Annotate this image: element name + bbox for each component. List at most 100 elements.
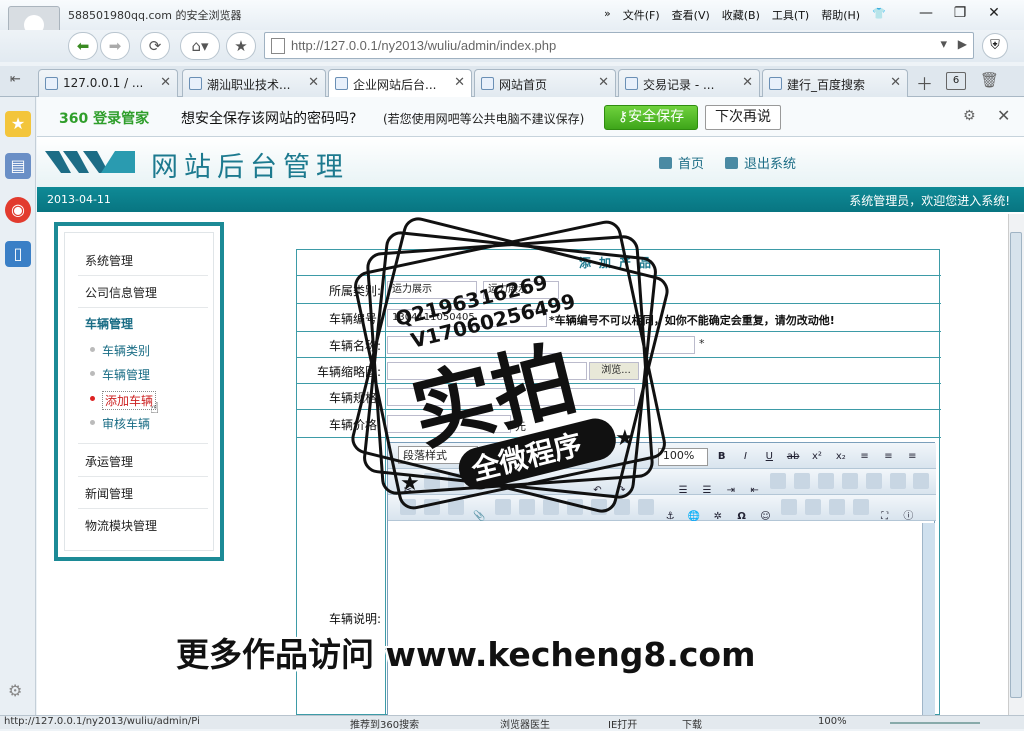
tab-6[interactable]: 建行_百度搜索 ✕ bbox=[762, 69, 908, 97]
minimize-button[interactable]: — bbox=[912, 2, 940, 24]
submenu-vehicle-manage[interactable]: 车辆管理 bbox=[102, 366, 150, 383]
menu-tools[interactable]: 工具(T) bbox=[772, 7, 809, 23]
restore-button[interactable]: ❐ bbox=[946, 2, 974, 24]
page-scrollbar-thumb[interactable] bbox=[1010, 232, 1022, 698]
format-icon[interactable] bbox=[818, 473, 835, 489]
site-header: 网站后台管理 首页 退出系统 bbox=[37, 137, 1024, 187]
time-icon[interactable] bbox=[852, 499, 869, 515]
later-button[interactable]: 下次再说 bbox=[705, 105, 781, 130]
refresh-button[interactable]: ⟳ bbox=[140, 32, 170, 60]
menu-view[interactable]: 查看(V) bbox=[672, 7, 710, 23]
font-color-icon[interactable] bbox=[770, 473, 787, 489]
excel-icon[interactable] bbox=[781, 499, 798, 515]
tab-5[interactable]: 交易记录 - ... ✕ bbox=[618, 69, 760, 97]
underline-icon[interactable]: U bbox=[761, 449, 777, 465]
menu-help[interactable]: 帮助(H) bbox=[821, 7, 860, 23]
paste-word-icon[interactable] bbox=[889, 473, 906, 489]
forward-button[interactable]: ➡ bbox=[100, 32, 130, 60]
browser-status-bar: http://127.0.0.1/ny2013/wuliu/admin/Pi 推… bbox=[0, 715, 1024, 731]
menu-favorites[interactable]: 收藏(B) bbox=[722, 7, 760, 23]
status-zoom[interactable]: 100% bbox=[818, 716, 847, 727]
window-controls: — ❐ ✕ bbox=[912, 2, 1008, 24]
bold-icon[interactable]: B bbox=[714, 449, 730, 465]
password-manager-brand: 360 登录管家 bbox=[59, 111, 150, 127]
bullet-icon bbox=[90, 347, 95, 352]
submenu-vehicle-category[interactable]: 车辆类别 bbox=[102, 342, 150, 359]
tab-label: 潮汕职业技术... bbox=[207, 78, 291, 92]
home-button[interactable]: ⌂▾ bbox=[180, 32, 220, 60]
tab-label: 网站首页 bbox=[499, 78, 548, 92]
menu-news[interactable]: 新闻管理 bbox=[85, 485, 207, 502]
tab-1[interactable]: 127.0.0.1 / ... ✕ bbox=[38, 69, 178, 97]
key-icon: ⚷ bbox=[617, 109, 629, 125]
align-right-icon[interactable]: ≡ bbox=[904, 449, 920, 465]
strikethrough-icon[interactable]: ab bbox=[785, 449, 801, 465]
menu-logistics[interactable]: 物流模块管理 bbox=[85, 517, 207, 534]
tab-2[interactable]: 潮汕职业技术... ✕ bbox=[182, 69, 326, 97]
address-dropdown-icon[interactable]: ▾ bbox=[940, 37, 947, 52]
tab-4[interactable]: 网站首页 ✕ bbox=[474, 69, 616, 97]
tab-bar: ⇤ 127.0.0.1 / ... ✕ 潮汕职业技术... ✕ 企业网站后台... ✕… bbox=[0, 66, 1024, 97]
tab-3-active[interactable]: 企业网站后台... ✕ bbox=[328, 69, 472, 97]
watermark-stamp: Q2196316269 V17060256499 实拍 全微程序 ★ ★ bbox=[351, 217, 669, 513]
subscript-icon[interactable]: x₂ bbox=[833, 449, 849, 465]
find-icon[interactable] bbox=[913, 473, 930, 489]
header-logout-link[interactable]: 退出系统 bbox=[725, 153, 796, 172]
security-shield-icon[interactable]: ⛨ bbox=[982, 33, 1008, 59]
tab-favicon-icon bbox=[335, 77, 348, 90]
tab-close-icon[interactable]: ✕ bbox=[308, 75, 319, 90]
bg-color-icon[interactable] bbox=[794, 473, 811, 489]
tab-favicon-icon bbox=[189, 77, 202, 90]
sidebar-toggle-icon[interactable]: ⇤ bbox=[10, 72, 21, 87]
tab-close-icon[interactable]: ✕ bbox=[454, 75, 465, 90]
art-text-icon[interactable] bbox=[805, 499, 822, 515]
window-title: 588501980qq.com 的安全浏览器 bbox=[68, 9, 242, 22]
safe-save-label: 安全保存 bbox=[628, 109, 685, 125]
align-left-icon[interactable]: ≡ bbox=[857, 449, 873, 465]
superscript-icon[interactable]: x² bbox=[809, 449, 825, 465]
go-arrow-icon[interactable]: ▶ bbox=[958, 37, 967, 51]
menu-divider bbox=[78, 443, 208, 444]
safe-save-button[interactable]: ⚷安全保存 bbox=[604, 105, 698, 130]
password-question: 想安全保存该网站的密码吗? bbox=[181, 111, 357, 127]
settings-gear-icon[interactable]: ⚙ bbox=[8, 681, 22, 700]
password-settings-icon[interactable]: ⚙ bbox=[963, 108, 976, 124]
favorites-star-icon[interactable]: ★ bbox=[5, 111, 31, 137]
trash-icon[interactable]: 🗑 bbox=[980, 71, 999, 89]
tab-close-icon[interactable]: ✕ bbox=[160, 75, 171, 90]
menu-chevron-icon[interactable]: » bbox=[604, 7, 611, 23]
clear-format-icon[interactable] bbox=[841, 473, 858, 489]
mobile-icon[interactable]: ▯ bbox=[5, 241, 31, 267]
zoom-slider[interactable] bbox=[890, 722, 980, 724]
menu-vehicles[interactable]: 车辆管理 bbox=[85, 315, 207, 332]
menu-file[interactable]: 文件(F) bbox=[623, 7, 660, 23]
browser-menu-bar: » 文件(F) 查看(V) 收藏(B) 工具(T) 帮助(H) 👕 bbox=[604, 7, 886, 23]
close-button[interactable]: ✕ bbox=[980, 2, 1008, 24]
paste-text-icon[interactable] bbox=[865, 473, 882, 489]
tab-favicon-icon bbox=[625, 77, 638, 90]
menu-shipping[interactable]: 承运管理 bbox=[85, 453, 207, 470]
submenu-review-vehicle[interactable]: 审核车辆 bbox=[102, 415, 150, 432]
weibo-icon[interactable]: ◉ bbox=[5, 197, 31, 223]
back-button[interactable]: ⬅ bbox=[68, 32, 98, 60]
header-home-link[interactable]: 首页 bbox=[659, 153, 704, 172]
menu-company-info[interactable]: 公司信息管理 bbox=[85, 284, 207, 301]
skin-shirt-icon[interactable]: 👕 bbox=[872, 7, 886, 23]
new-tab-icon[interactable]: ＋ bbox=[916, 70, 933, 95]
italic-icon[interactable]: I bbox=[737, 449, 753, 465]
submenu-add-vehicle[interactable]: 添加车辆 bbox=[102, 391, 157, 410]
date-icon[interactable] bbox=[828, 499, 845, 515]
address-bar[interactable]: http://127.0.0.1/ny2013/wuliu/admin/inde… bbox=[264, 32, 974, 59]
tab-close-icon[interactable]: ✕ bbox=[890, 75, 901, 90]
align-center-icon[interactable]: ≡ bbox=[880, 449, 896, 465]
tab-close-icon[interactable]: ✕ bbox=[742, 75, 753, 90]
tab-count-icon[interactable]: 6 bbox=[946, 72, 966, 90]
menu-system[interactable]: 系统管理 bbox=[85, 252, 207, 269]
favorite-star-button[interactable]: ★ bbox=[226, 32, 256, 60]
password-bar-close-icon[interactable]: ✕ bbox=[997, 106, 1010, 125]
news-icon[interactable]: ▤ bbox=[5, 153, 31, 179]
editor-body[interactable] bbox=[388, 521, 922, 715]
name-required-mark: * bbox=[699, 337, 705, 350]
editor-scrollbar[interactable] bbox=[922, 523, 935, 715]
tab-close-icon[interactable]: ✕ bbox=[598, 75, 609, 90]
